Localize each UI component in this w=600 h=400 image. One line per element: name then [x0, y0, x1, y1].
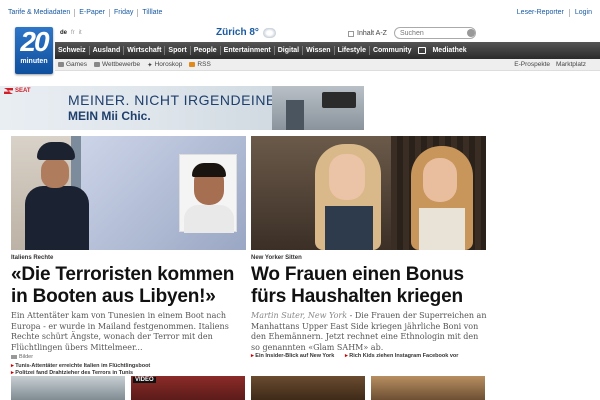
top-utility-bar: Tarife & Mediadaten E-Paper Friday Tilll…: [0, 0, 600, 26]
lang-fr[interactable]: fr: [71, 30, 75, 36]
nav-lifestyle[interactable]: Lifestyle: [335, 47, 369, 54]
related-link[interactable]: Rich Kids ziehen Instagram Facebook vor: [345, 353, 458, 359]
service-links: Tarife & Mediadaten E-Paper Friday Tilll…: [8, 9, 166, 17]
trophy-icon: [93, 62, 100, 67]
subnav-label: Wettbewerbe: [101, 61, 141, 68]
subnav-label: Games: [66, 61, 87, 68]
subnav-games[interactable]: Games: [55, 61, 91, 68]
link-e-prospekte[interactable]: E-Prospekte: [514, 61, 550, 68]
teaser-kicker: New Yorker Sitten: [251, 255, 302, 261]
nav-mediathek-label: Mediathek: [432, 47, 467, 54]
subnav-label: RSS: [197, 61, 211, 68]
gamepad-icon: [58, 62, 64, 67]
ad-line-1: MEINER. NICHT IRGENDEINER.: [68, 92, 291, 108]
teaser-headline[interactable]: Wo Frauen einen Bonus fürs Haushalten kr…: [251, 264, 487, 308]
nav-wirtschaft[interactable]: Wirtschaft: [124, 47, 164, 54]
subnav-wettbewerbe[interactable]: Wettbewerbe: [91, 61, 144, 68]
thumbnail-teaser[interactable]: [11, 376, 125, 400]
nav-mediathek[interactable]: Mediathek: [418, 47, 469, 54]
teaser-headline[interactable]: «Die Terroristen kommen in Booten aus Li…: [11, 264, 247, 308]
subnav-rss[interactable]: RSS: [186, 61, 214, 68]
sub-navigation: Games Wettbewerbe ✦ Horoskop RSS E-Prospe…: [55, 59, 600, 71]
ad-line-2: MEIN Mii Chic.: [68, 109, 151, 123]
video-icon: [418, 47, 427, 54]
rss-icon: [189, 62, 196, 67]
link-leser-reporter[interactable]: Leser-Reporter: [512, 9, 570, 17]
link-tilllate[interactable]: Tilllate: [138, 9, 166, 17]
image-woman-2-top: [419, 208, 465, 250]
image-officer: [25, 142, 89, 250]
teaser-image-women[interactable]: [251, 136, 486, 250]
seat-brand: SEAT: [15, 88, 31, 94]
bilder-label: Bilder: [19, 354, 34, 360]
main-navigation: Schweiz Ausland Wirtschaft Sport People …: [55, 42, 600, 59]
related-link[interactable]: Tunis-Attentäter erreichte Italien im Fl…: [11, 363, 150, 369]
nav-ausland[interactable]: Ausland: [90, 47, 124, 54]
subnav-label: Horoskop: [154, 61, 183, 68]
ad-banner[interactable]: SEAT MEINER. NICHT IRGENDEINER. MEIN Mii…: [0, 86, 364, 130]
camera-icon: [11, 355, 17, 359]
subnav-right: E-Prospekte Marktplatz: [514, 61, 600, 68]
thumbnail-teaser[interactable]: [251, 376, 365, 400]
user-links: Leser-Reporter Login: [512, 9, 592, 17]
seat-logo: SEAT: [4, 88, 31, 94]
list-icon: [348, 30, 354, 37]
thumbnail-teaser-video[interactable]: VIDEO: [131, 376, 245, 400]
teaser-lead: Ein Attentäter kam von Tunesien in einem…: [11, 311, 229, 352]
officer-face: [41, 158, 69, 188]
weather-text: Zürich 8°: [216, 27, 259, 38]
ad-photo: [272, 86, 364, 130]
cloud-sun-icon: [262, 27, 276, 38]
site-logo[interactable]: 20 minuten: [15, 27, 53, 74]
link-epaper[interactable]: E-Paper: [75, 9, 110, 17]
star-icon: ✦: [147, 61, 153, 69]
nav-entertainment[interactable]: Entertainment: [221, 47, 274, 54]
teaser-lead: Martin Suter, New York - Die Frauen der …: [251, 311, 487, 353]
image-woman-1-top: [325, 206, 373, 250]
bilder-link[interactable]: Bilder: [11, 354, 33, 360]
image-mugshot: [179, 154, 237, 233]
logo-word: minuten: [20, 58, 48, 65]
image-woman-2-face: [423, 158, 457, 202]
image-woman-1-face: [329, 154, 365, 200]
logo-number: 20: [20, 26, 49, 57]
officer-cap: [37, 142, 75, 160]
link-marktplatz[interactable]: Marktplatz: [556, 61, 586, 68]
nav-schweiz[interactable]: Schweiz: [55, 47, 89, 54]
related-link[interactable]: Ein Insider-Blick auf New York: [251, 353, 334, 359]
language-switcher: de fr it: [60, 30, 82, 36]
inhalt-az-link[interactable]: Inhalt A-Z: [348, 30, 387, 37]
thumbnail-teaser[interactable]: [371, 376, 485, 400]
video-badge: VIDEO: [133, 377, 156, 383]
teaser-kicker: Italiens Rechte: [11, 255, 54, 261]
nav-sport[interactable]: Sport: [165, 47, 189, 54]
link-friday[interactable]: Friday: [110, 9, 139, 17]
link-login[interactable]: Login: [570, 9, 592, 17]
link-tarife[interactable]: Tarife & Mediadaten: [8, 9, 76, 17]
inhalt-label: Inhalt A-Z: [357, 30, 387, 37]
officer-body: [25, 186, 89, 250]
teaser-author: Martin Suter, New York: [251, 311, 348, 320]
nav-wissen[interactable]: Wissen: [303, 47, 333, 54]
nav-people[interactable]: People: [191, 47, 220, 54]
search-icon[interactable]: [467, 29, 475, 37]
subnav-horoskop[interactable]: ✦ Horoskop: [144, 61, 186, 69]
lang-it[interactable]: it: [79, 30, 82, 36]
seat-s-icon: [4, 88, 13, 94]
lang-de[interactable]: de: [60, 30, 67, 36]
teaser-image-officer[interactable]: [11, 136, 246, 250]
nav-community[interactable]: Community: [370, 47, 415, 54]
nav-digital[interactable]: Digital: [275, 47, 302, 54]
mugshot-hair: [192, 163, 226, 177]
search-input[interactable]: [394, 27, 476, 39]
weather-widget[interactable]: Zürich 8°: [216, 27, 276, 38]
mugshot-body: [184, 205, 234, 233]
